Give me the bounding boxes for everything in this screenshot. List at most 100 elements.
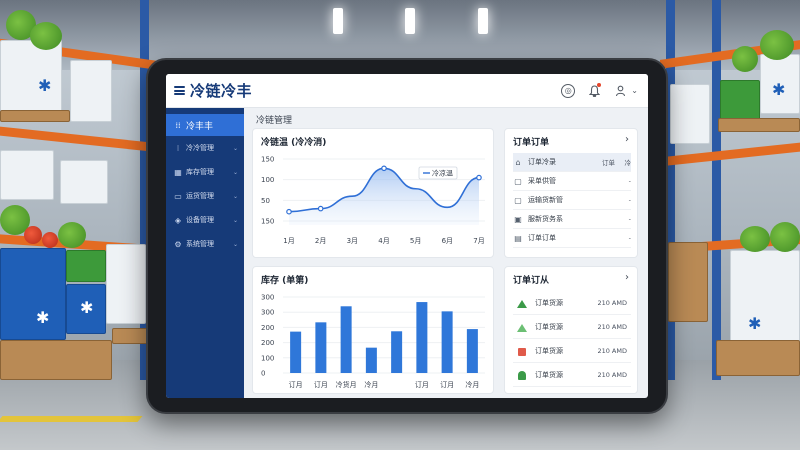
- list-item[interactable]: 订单货源 210 AMD: [513, 315, 631, 339]
- crate: [0, 40, 62, 112]
- ceiling-light: [405, 8, 415, 34]
- tomato: [42, 232, 58, 248]
- chevron-down-icon: ⌄: [232, 144, 238, 152]
- list-item[interactable]: ⌂ 订单冷录 订单 冷: [513, 153, 631, 172]
- crate: [60, 160, 108, 204]
- stock-chart-card: 库存 (单第) 300 300 200 200 100 0 订月 订月 冷货月 冷月 订月 订月 冷月: [252, 266, 494, 394]
- chevron-right-icon[interactable]: ›: [625, 272, 629, 283]
- sidebar-item-system[interactable]: ⚙ 系统管理 ⌄: [166, 232, 244, 256]
- data-point: [317, 205, 324, 212]
- home-icon: ⌂: [515, 157, 521, 167]
- document-icon: ▤: [514, 233, 522, 243]
- item-status: 订单: [602, 159, 615, 167]
- stock-bar-chart: 3003002002001000订月 订月 冷货月 冷月 订月 订月 冷月: [261, 294, 485, 389]
- x-tick-label: 3月: [347, 237, 358, 245]
- sidebar-item-label: 运货管理: [186, 192, 214, 200]
- sidebar-item-label: 冷冷管理: [186, 144, 214, 152]
- y-tick-label: 150: [261, 156, 274, 164]
- bell-icon[interactable]: [587, 82, 602, 98]
- y-tick-label: 0: [261, 370, 265, 378]
- top-actions: ◎ ⌄: [561, 82, 638, 98]
- crate: [720, 80, 760, 120]
- x-tick-label: 6月: [442, 237, 453, 245]
- chevron-down-icon[interactable]: ⌄: [631, 86, 638, 95]
- snowflake-icon: ✱: [36, 308, 50, 327]
- top-bar: 冷链冷丰 ◎ ⌄: [166, 74, 648, 108]
- sidebar-item-devices[interactable]: ◈ 设备管理 ⌄: [166, 208, 244, 232]
- vegetable: [740, 226, 770, 252]
- item-label: 订单货源: [535, 370, 563, 379]
- vegetable: [58, 222, 86, 248]
- snowflake-icon: ✱: [38, 76, 52, 95]
- order-status-card: 订单订从 › 订单货源 210 AMD 订单货源 210 AMD 订单货源 21…: [504, 266, 638, 394]
- crate: [670, 84, 710, 144]
- vegetable: [760, 30, 794, 60]
- item-label: 订单货源: [535, 322, 563, 331]
- crate: [66, 250, 106, 282]
- legend-label: 冷凉温: [432, 169, 453, 178]
- x-tick-label: 订月: [314, 380, 328, 389]
- card-title: 订单订从: [513, 276, 550, 286]
- notification-dot: [597, 82, 602, 87]
- data-point: [381, 165, 387, 172]
- x-tick-label: 冷月: [364, 380, 378, 389]
- list-item[interactable]: ▢ 运输货新管 -: [513, 191, 631, 210]
- sidebar-item-label: 设备管理: [186, 216, 214, 224]
- box-icon: [517, 346, 527, 356]
- data-point: [476, 174, 482, 181]
- x-tick-label: 订月: [440, 380, 454, 389]
- y-tick-label: 150: [261, 218, 274, 226]
- ceiling-light: [333, 8, 343, 34]
- user-icon[interactable]: [613, 84, 627, 98]
- sidebar-item-label: 冷丰丰: [186, 121, 214, 132]
- document-icon: ▢: [514, 176, 522, 186]
- calendar-icon: ▣: [514, 214, 522, 224]
- crate: [70, 60, 112, 122]
- item-value: -: [628, 234, 631, 242]
- vegetable: [732, 46, 758, 72]
- item-value: -: [628, 196, 631, 204]
- item-label: 订单货源: [535, 298, 563, 307]
- crate: [106, 244, 146, 324]
- bar: [315, 322, 327, 373]
- item-label: 服新货务系: [528, 215, 563, 223]
- item-value: -: [628, 177, 631, 185]
- item-value: 210 AMD: [597, 346, 627, 355]
- list-item[interactable]: ▢ 采单供管 -: [513, 172, 631, 191]
- chevron-right-icon[interactable]: ›: [625, 134, 629, 145]
- sidebar-item-inventory[interactable]: ▦ 库存管理 ⌄: [166, 160, 244, 184]
- x-tick-label: 5月: [410, 237, 421, 245]
- triangle-up-icon: [517, 298, 527, 308]
- sidebar-item-transport[interactable]: ▭ 运货管理 ⌄: [166, 184, 244, 208]
- pallet: [718, 118, 800, 132]
- device-icon: ◈: [174, 215, 182, 225]
- list-item[interactable]: ▤ 订单订单 -: [513, 229, 631, 248]
- snowflake-icon: ✱: [748, 314, 762, 333]
- x-tick-label: 订月: [415, 380, 429, 389]
- list-item[interactable]: 订单货源 210 AMD: [513, 291, 631, 315]
- item-label: 订单货源: [535, 346, 563, 355]
- chevron-down-icon: ⌄: [232, 192, 238, 200]
- triangle-up-icon: [517, 322, 527, 332]
- x-tick-label: 2月: [315, 237, 326, 245]
- item-label: 运输货新管: [528, 196, 563, 204]
- sidebar-item-home[interactable]: ⁞⁞ 冷丰丰: [166, 114, 244, 136]
- y-tick-label: 200: [261, 324, 274, 332]
- orders-card: 订单订单 › ⌂ 订单冷录 订单 冷 ▢ 采单供管 - ▢ 运输货新管 - ▣ …: [504, 128, 638, 258]
- list-item[interactable]: 订单货源 210 AMD: [513, 339, 631, 363]
- sidebar-item-cold-chain[interactable]: ⁝ 冷冷管理 ⌄: [166, 136, 244, 160]
- data-icon: ⁝: [176, 143, 180, 153]
- vegetable: [30, 22, 62, 50]
- list-item[interactable]: 订单货源 210 AMD: [513, 363, 631, 387]
- pallet: [0, 110, 70, 122]
- ceiling-light: [478, 8, 488, 34]
- x-tick-label: 7月: [473, 237, 484, 245]
- crate: [0, 248, 66, 340]
- list-item[interactable]: ▣ 服新货务系 -: [513, 210, 631, 229]
- settings-icon[interactable]: ◎: [561, 83, 576, 98]
- crate: [730, 250, 800, 350]
- hamburger-menu-icon[interactable]: [174, 86, 185, 95]
- person-icon: [517, 370, 527, 380]
- x-tick-label: 4月: [378, 237, 389, 245]
- app-screen: 冷链冷丰 ◎ ⌄ ⁞⁞ 冷丰丰 ⁝ 冷冷管理 ⌄ ▦ 库存管理 ⌄ ▭ 运货管理…: [166, 74, 648, 398]
